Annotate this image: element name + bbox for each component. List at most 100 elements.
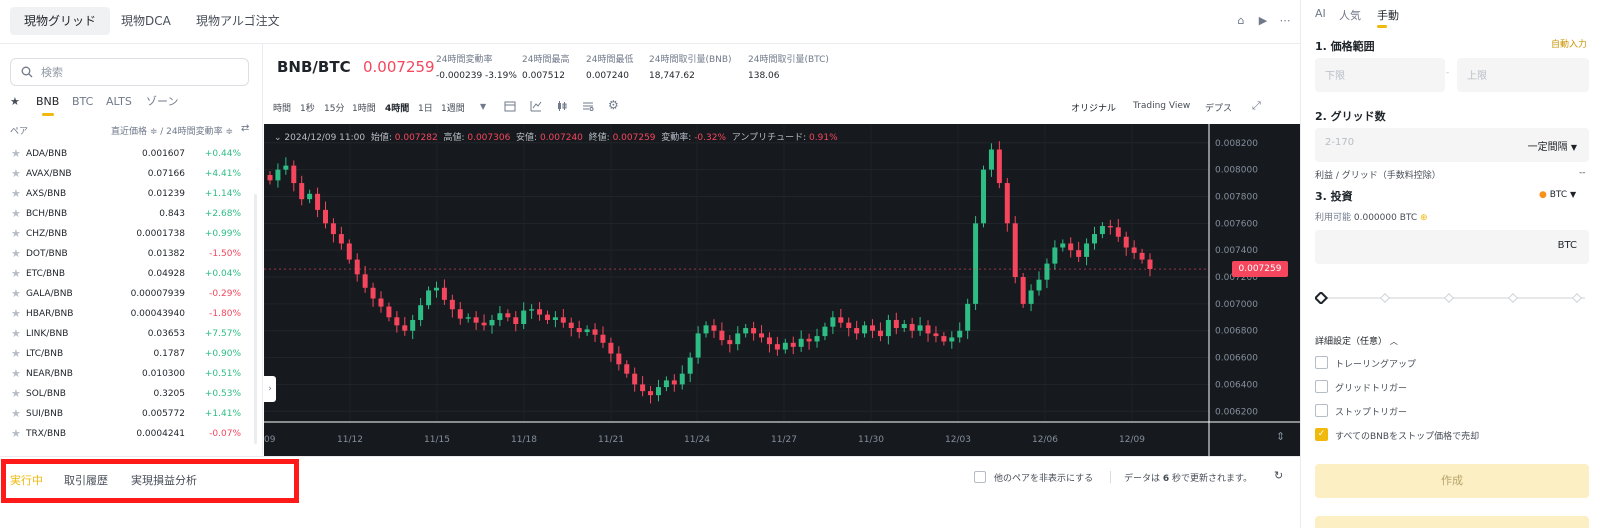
timeframe-dropdown-icon[interactable]: ▼ [480, 102, 492, 114]
favorite-star-icon[interactable]: ★ [11, 224, 21, 244]
market-row[interactable]: ★ CHZ/BNB 0.0001738 +0.99% [0, 224, 262, 244]
tab-history[interactable]: 取引履歴 [64, 472, 108, 488]
settings-gear-icon[interactable]: ⚙ [608, 98, 620, 112]
price-change-column-header[interactable]: 直近価格 ≑ / 24時間変動率 ≑ [111, 124, 233, 137]
quote-tab-bnb[interactable]: BNB [36, 94, 59, 110]
create-button[interactable]: 作成 [1315, 464, 1589, 498]
timeframe-1d[interactable]: 1日 [418, 101, 433, 114]
market-row[interactable]: ★ AVAX/BNB 0.07166 +4.41% [0, 164, 262, 184]
market-row[interactable]: ★ BCH/BNB 0.843 +2.68% [0, 204, 262, 224]
lower-price-input[interactable]: 下限 [1315, 58, 1445, 92]
autofill-link[interactable]: 自動入力 [1551, 37, 1587, 50]
tab-spot-dca[interactable]: 現物DCA [107, 7, 185, 35]
market-row[interactable]: ★ SUI/BNB 0.005772 +1.41% [0, 404, 262, 424]
favorite-star-icon[interactable]: ★ [11, 164, 21, 184]
grid-trigger-checkbox[interactable] [1315, 380, 1328, 393]
candlestick-chart[interactable]: 0.008200 0.008000 0.007800 0.007600 0.007400… [264, 124, 1300, 456]
timeframe-4h[interactable]: 4時間 [385, 101, 409, 114]
candle-body [1068, 243, 1074, 251]
timeframe-1h[interactable]: 1時間 [352, 101, 376, 114]
pair-symbol[interactable]: BNB/BTC [277, 58, 351, 76]
price-chart[interactable]: 0.008200 0.008000 0.007800 0.007600 0.007400… [264, 124, 1300, 456]
view-original[interactable]: オリジナル [1071, 101, 1116, 114]
sell-all-bnb-checkbox[interactable]: ✓ [1315, 428, 1328, 441]
candle-body [1139, 252, 1145, 260]
market-row[interactable]: ★ LINK/BNB 0.03653 +7.57% [0, 324, 262, 344]
refresh-icon[interactable]: ↻ [1274, 469, 1283, 482]
tab-spot-algo[interactable]: 現物アルゴ注文 [182, 7, 294, 35]
favorite-star-icon[interactable]: ★ [11, 404, 21, 424]
quote-tab-alts[interactable]: ALTS [106, 94, 132, 110]
favorite-star-icon[interactable]: ★ [11, 304, 21, 324]
grid-mode-select[interactable]: 一定間隔 ▼ [1528, 138, 1577, 153]
tab-spot-grid[interactable]: 現物グリッド [10, 7, 111, 35]
tab-manual[interactable]: 手動 [1377, 7, 1399, 23]
favorite-star-icon[interactable]: ★ [11, 384, 21, 404]
swap-icon[interactable]: ⇄ [241, 123, 249, 134]
favorite-star-icon[interactable]: ★ [11, 284, 21, 304]
market-row[interactable]: ★ DOT/BNB 0.01382 -1.50% [0, 244, 262, 264]
market-row[interactable]: ★ SOL/BNB 0.3205 +0.53% [0, 384, 262, 404]
secondary-button[interactable] [1315, 516, 1589, 528]
available-value: 0.000000 BTC [1353, 213, 1418, 223]
more-icon[interactable]: ⋯ [1278, 14, 1292, 28]
upper-price-input[interactable]: 上限 [1457, 58, 1589, 92]
timeframe-1w[interactable]: 1週間 [441, 101, 465, 114]
quote-tab-btc[interactable]: BTC [72, 94, 93, 110]
amount-slider[interactable] [1315, 292, 1589, 304]
panel-collapse-handle[interactable]: › [264, 376, 276, 402]
home-icon[interactable]: ⌂ [1234, 14, 1248, 28]
timeframe-15m[interactable]: 15分 [324, 101, 344, 114]
candle-type-icon[interactable] [556, 100, 568, 112]
market-row[interactable]: ★ ETC/BNB 0.04928 +0.04% [0, 264, 262, 284]
view-depth[interactable]: デプス [1205, 101, 1232, 114]
market-row[interactable]: ★ TRX/BNB 0.0004241 -0.07% [0, 424, 262, 444]
candle-body [378, 298, 384, 307]
favorite-star-icon[interactable]: ★ [11, 204, 21, 224]
search-box[interactable] [10, 58, 249, 86]
search-input[interactable] [41, 63, 241, 81]
play-icon[interactable]: ▶ [1256, 14, 1270, 28]
list-scrollbar[interactable] [254, 194, 257, 444]
indicator-icon[interactable] [530, 100, 542, 112]
quote-tab-zone[interactable]: ゾーン [146, 94, 178, 110]
favorite-star-icon[interactable]: ★ [11, 144, 21, 164]
favorite-star-icon[interactable]: ★ [11, 244, 21, 264]
favorite-star-icon[interactable]: ★ [11, 184, 21, 204]
hide-other-pairs-checkbox[interactable] [974, 471, 986, 483]
trailing-up-checkbox[interactable] [1315, 356, 1328, 369]
layout-icon[interactable] [582, 100, 594, 112]
market-row[interactable]: ★ AXS/BNB 0.01239 +1.14% [0, 184, 262, 204]
candle-body [925, 325, 931, 334]
favorite-star-icon[interactable]: ★ [11, 264, 21, 284]
tab-pnl-analysis[interactable]: 実現損益分析 [131, 472, 197, 488]
candle-body [830, 317, 836, 327]
favorite-star-icon[interactable]: ★ [11, 344, 21, 364]
favorites-star-icon[interactable]: ★ [10, 94, 20, 110]
timeframe-1s[interactable]: 1秒 [300, 101, 315, 114]
stop-trigger-checkbox[interactable] [1315, 404, 1328, 417]
market-row[interactable]: ★ GALA/BNB 0.00007939 -0.29% [0, 284, 262, 304]
favorite-star-icon[interactable]: ★ [11, 364, 21, 384]
tab-popular[interactable]: 人気 [1339, 7, 1361, 23]
market-row[interactable]: ★ LTC/BNB 0.1787 +0.90% [0, 344, 262, 364]
grid-count-input[interactable]: 2-170 一定間隔 ▼ [1315, 128, 1589, 162]
invest-currency-select[interactable]: ● BTC ▼ [1539, 190, 1576, 200]
favorite-star-icon[interactable]: ★ [11, 324, 21, 344]
tab-running[interactable]: 実行中 [10, 472, 43, 488]
calendar-icon[interactable] [504, 100, 516, 112]
fullscreen-icon[interactable]: ⤢ [1252, 99, 1264, 112]
collapse-legend-icon[interactable]: ⌄ [274, 133, 282, 143]
view-tradingview[interactable]: Trading View [1133, 101, 1190, 111]
investment-amount-input[interactable]: BTC [1315, 230, 1589, 264]
market-row[interactable]: ★ ADA/BNB 0.001607 +0.44% [0, 144, 262, 164]
candle-body [370, 287, 376, 299]
favorite-star-icon[interactable]: ★ [11, 424, 21, 444]
pair-column-header[interactable]: ペア [10, 124, 28, 137]
candle-body [798, 338, 804, 347]
tab-ai[interactable]: AI [1315, 7, 1326, 20]
add-funds-icon[interactable]: ⊕ [1420, 213, 1428, 223]
advanced-settings-toggle[interactable]: 詳細設定（任意） ︿ [1315, 334, 1398, 347]
market-row[interactable]: ★ HBAR/BNB 0.00043940 -1.80% [0, 304, 262, 324]
market-row[interactable]: ★ NEAR/BNB 0.010300 +0.51% [0, 364, 262, 384]
